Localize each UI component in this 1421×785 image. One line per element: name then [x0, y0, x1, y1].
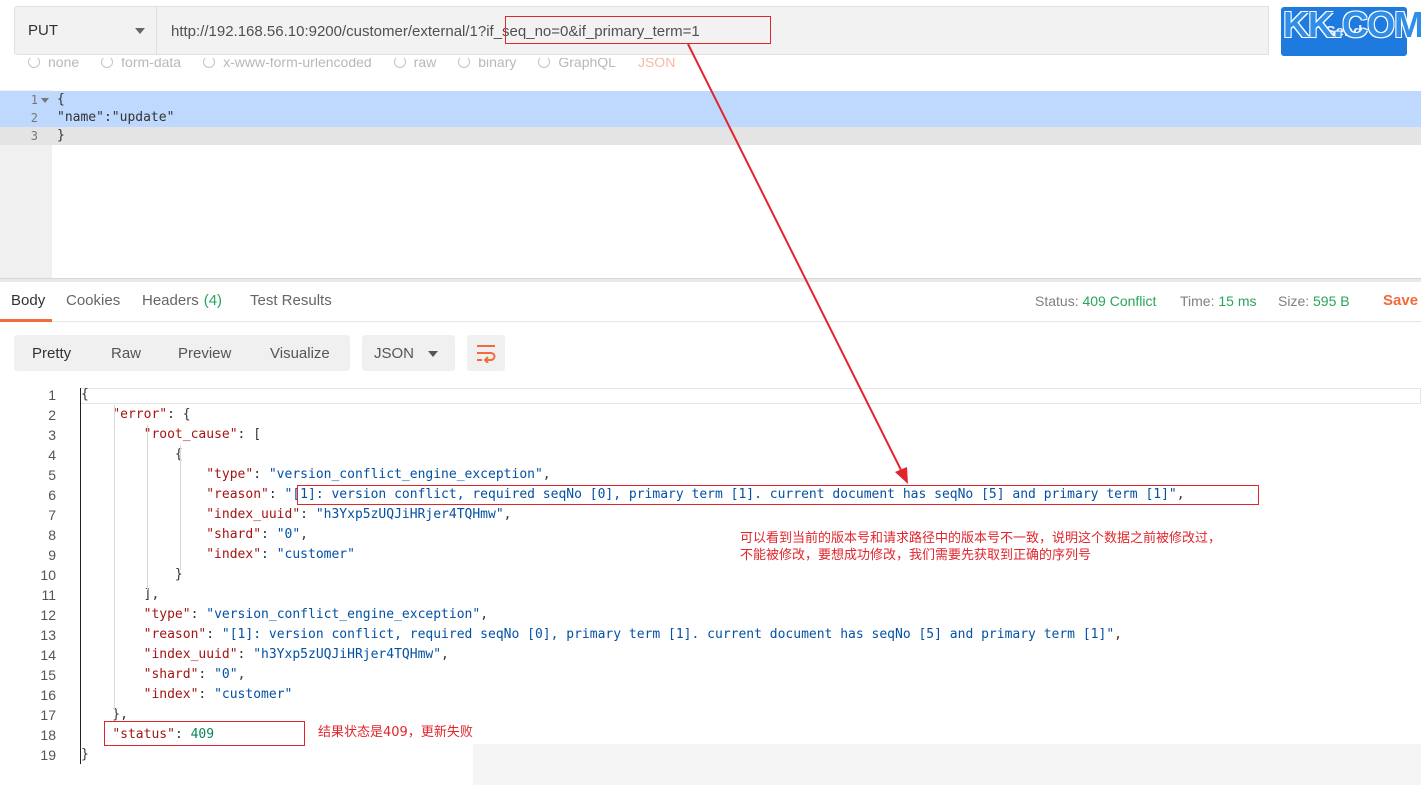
annotation-note-version: 可以看到当前的版本号和请求路径中的版本号不一致，说明这个数据之前被修改过， 不能被… — [740, 530, 1221, 564]
annotation-note-line: 可以看到当前的版本号和请求路径中的版本号不一致，说明这个数据之前被修改过， — [740, 531, 1222, 546]
annotation-arrow — [687, 43, 908, 484]
annotation-note-status: 结果状态是409，更新失败 — [318, 725, 473, 740]
annotation-note-line: 不能被修改，要想成功修改，我们需要先获取到正确的序列号 — [740, 548, 1092, 563]
